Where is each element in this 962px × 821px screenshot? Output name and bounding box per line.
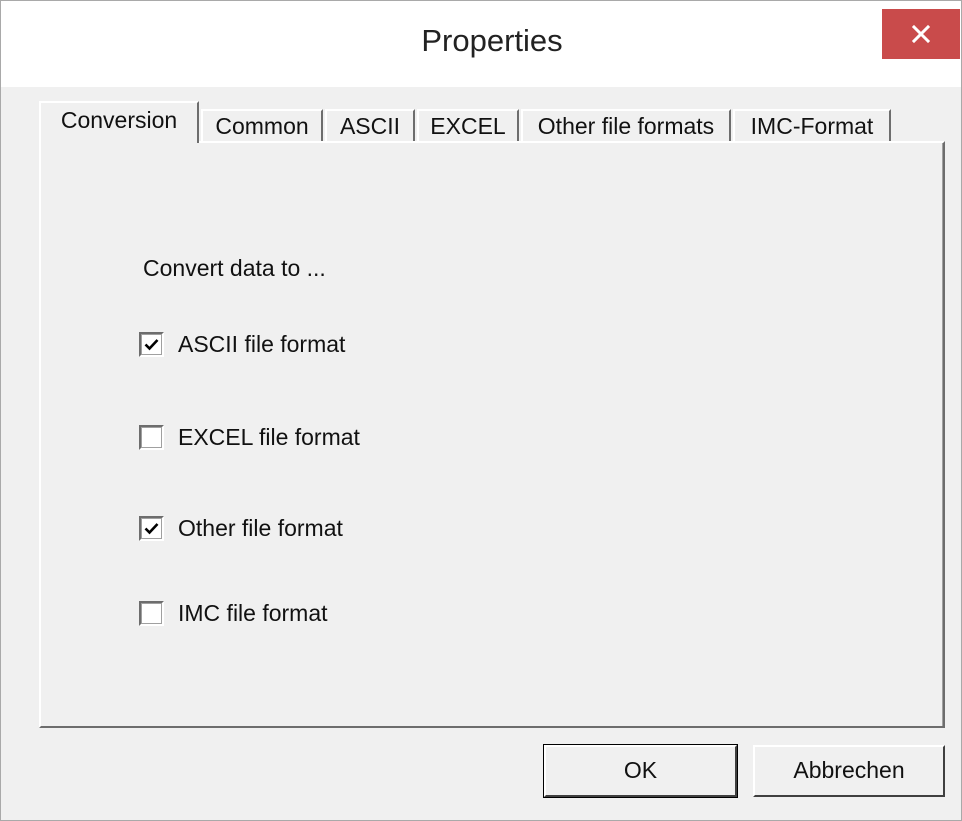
excel-checkbox[interactable] <box>139 424 164 450</box>
tab-excel[interactable]: EXCEL <box>417 109 519 142</box>
tab-panel-conversion: Convert data to ... ASCII file format EX… <box>39 141 945 728</box>
title-bar: Properties <box>1 1 961 87</box>
tab-conversion[interactable]: Conversion <box>39 101 199 143</box>
ascii-label: ASCII file format <box>178 330 346 357</box>
tab-label: Other file formats <box>537 113 715 139</box>
option-other[interactable]: Other file format <box>139 513 343 543</box>
other-label: Other file format <box>178 514 343 541</box>
tab-ascii[interactable]: ASCII <box>325 109 415 142</box>
close-button[interactable] <box>882 9 960 59</box>
ascii-checkbox[interactable] <box>139 331 164 357</box>
properties-dialog: Properties Conversion Common ASCII EXCEL… <box>0 0 962 821</box>
other-checkbox[interactable] <box>139 515 164 541</box>
checkmark-icon <box>144 522 159 534</box>
tab-label: Conversion <box>60 107 178 133</box>
close-icon <box>911 24 931 44</box>
ok-button[interactable]: OK <box>543 744 738 798</box>
option-excel[interactable]: EXCEL file format <box>139 422 360 452</box>
tab-label: ASCII <box>339 113 401 139</box>
tab-label: Common <box>215 113 309 139</box>
tab-other-file-formats[interactable]: Other file formats <box>521 109 731 142</box>
option-ascii[interactable]: ASCII file format <box>139 329 345 359</box>
imc-checkbox[interactable] <box>139 600 164 626</box>
dialog-title: Properties <box>421 23 563 58</box>
imc-label: IMC file format <box>178 599 328 626</box>
dialog-client-area: Conversion Common ASCII EXCEL Other file… <box>1 87 961 820</box>
tab-strip: Conversion Common ASCII EXCEL Other file… <box>39 99 899 143</box>
tab-label: EXCEL <box>430 113 506 139</box>
panel-edge <box>942 143 943 726</box>
convert-data-label: Convert data to ... <box>143 255 326 281</box>
cancel-button[interactable]: Abbrechen <box>753 745 945 797</box>
tab-common[interactable]: Common <box>201 109 323 142</box>
excel-label: EXCEL file format <box>178 423 360 450</box>
option-imc[interactable]: IMC file format <box>139 598 328 628</box>
tab-imc-format[interactable]: IMC-Format <box>733 109 891 142</box>
checkmark-icon <box>144 338 159 350</box>
tab-label: IMC-Format <box>750 113 874 139</box>
